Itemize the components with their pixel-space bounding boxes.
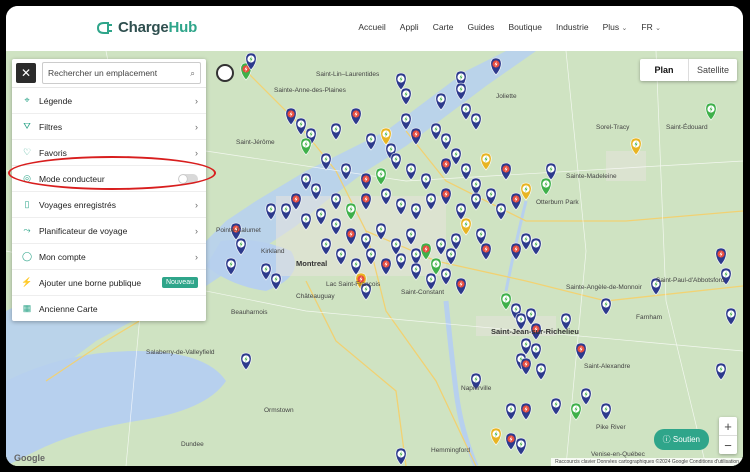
google-logo: Google: [14, 453, 45, 463]
close-panel-button[interactable]: ✕: [16, 63, 36, 83]
zoom-controls: + −: [719, 417, 737, 454]
route-icon: ⤳: [23, 225, 31, 235]
city-label-montreal: Montreal: [296, 259, 328, 268]
zoom-out-button[interactable]: −: [719, 435, 737, 454]
city-label: Sainte-Anne-des-Plaines: [274, 87, 346, 94]
map-attribution: Raccourcis clavier Données cartographiqu…: [551, 458, 743, 466]
nav-industrie[interactable]: Industrie: [556, 22, 589, 32]
city-label: Kirkland: [261, 248, 285, 255]
bookmark-icon: ▯: [24, 199, 30, 209]
close-icon: ✕: [20, 66, 32, 80]
top-navigation-bar: ChargeHub Accueil Appli Carte Guides Bou…: [6, 6, 743, 52]
filter-icon: ⛛: [23, 121, 31, 131]
city-label: Napierville: [461, 385, 492, 392]
main-nav: Accueil Appli Carte Guides Boutique Indu…: [358, 22, 661, 32]
city-label: Sorel-Tracy: [596, 124, 630, 131]
search-row: ✕ Rechercher un emplacement ⌕: [12, 59, 206, 88]
sidebar-item-label: Ancienne Carte: [39, 303, 98, 314]
compass-icon[interactable]: [216, 64, 234, 82]
sidebar-item-label: Voyages enregistrés: [39, 199, 117, 210]
map-type-plan-button[interactable]: Plan: [640, 59, 688, 81]
sidebar-item-filtres[interactable]: ⛛ Filtres ›: [12, 114, 206, 140]
sidebar-item-label: Ajouter une borne publique: [39, 277, 142, 288]
city-label: Farnham: [636, 314, 663, 321]
map-type-toggle: Plan Satellite: [640, 59, 737, 81]
city-label: Dundee: [181, 441, 204, 448]
map-pin-icon: ⌖: [24, 95, 30, 105]
city-label: Joliette: [496, 93, 517, 100]
logo-text: ChargeHub: [118, 19, 198, 36]
map-canvas[interactable]: Sainte-Anne-des-Plaines Saint-Lin–Lauren…: [6, 51, 743, 466]
nav-boutique[interactable]: Boutique: [508, 22, 542, 32]
sidebar-item-label: Filtres: [39, 121, 63, 132]
chargehub-logo[interactable]: ChargeHub: [96, 19, 197, 36]
city-label: Saint-Alexandre: [584, 363, 631, 370]
nav-plus[interactable]: Plus ⌄: [603, 22, 628, 32]
search-input[interactable]: Rechercher un emplacement ⌕: [42, 62, 201, 84]
search-placeholder: Rechercher un emplacement: [48, 68, 158, 78]
map-type-satellite-button[interactable]: Satellite: [688, 59, 737, 81]
chevron-down-icon: ⌄: [621, 25, 628, 32]
city-label: Sainte-Angèle-de-Monnoir: [566, 284, 642, 291]
city-label: Pike River: [596, 424, 626, 431]
city-label: Saint-Jérôme: [236, 139, 275, 146]
help-icon: ⓘ: [662, 435, 671, 444]
browser-screen: ChargeHub Accueil Appli Carte Guides Bou…: [6, 6, 743, 466]
city-label: Salaberry-de-Valleyfield: [146, 349, 215, 356]
city-label: Saint-Paul-d'Abbotsford: [656, 277, 725, 284]
zoom-in-button[interactable]: +: [719, 417, 737, 435]
sidebar-item-ancienne-carte[interactable]: ▦ Ancienne Carte: [12, 296, 206, 321]
city-label: Beauharnois: [231, 309, 268, 316]
support-label: Soutien: [672, 435, 700, 444]
language-selector[interactable]: FR ⌄: [641, 22, 661, 32]
city-label: Ormstown: [264, 407, 294, 414]
nav-accueil[interactable]: Accueil: [358, 22, 385, 32]
chevron-right-icon: ›: [195, 251, 198, 262]
sidebar-item-ajouter-borne[interactable]: ⚡ Ajouter une borne publique Nouveau: [12, 270, 206, 296]
chevron-right-icon: ›: [195, 121, 198, 132]
city-label: Otterburn Park: [536, 199, 579, 206]
new-badge: Nouveau: [161, 277, 198, 288]
city-label: Saint-Édouard: [666, 124, 708, 131]
sidebar-item-planificateur[interactable]: ⤳ Planificateur de voyage ›: [12, 218, 206, 244]
chevron-right-icon: ›: [195, 199, 198, 210]
sidebar-panel: ✕ Rechercher un emplacement ⌕ ⌖ Légende …: [12, 59, 206, 321]
chevron-right-icon: ›: [195, 95, 198, 106]
city-label: Saint-Constant: [401, 289, 444, 296]
sidebar-item-mon-compte[interactable]: ◯ Mon compte ›: [12, 244, 206, 270]
city-label: Châteauguay: [296, 293, 335, 300]
device-frame: ChargeHub Accueil Appli Carte Guides Bou…: [0, 0, 750, 472]
heart-icon: ♡: [22, 147, 32, 157]
city-label: Saint-Lin–Laurentides: [316, 71, 380, 78]
nav-guides[interactable]: Guides: [468, 22, 495, 32]
city-label: Hemmingford: [431, 447, 471, 454]
city-label: Lac Saint-François: [326, 281, 381, 288]
sidebar-item-label: Planificateur de voyage: [39, 225, 128, 236]
search-icon[interactable]: ⌕: [190, 68, 195, 79]
annotation-highlight-circle: [8, 156, 216, 190]
support-button[interactable]: ⓘ Soutien: [653, 429, 709, 450]
city-label: Venise-en-Québec: [591, 451, 645, 458]
chevron-right-icon: ›: [195, 225, 198, 236]
nav-appli[interactable]: Appli: [400, 22, 419, 32]
sidebar-item-label: Légende: [39, 95, 73, 106]
map-icon: ▦: [22, 303, 32, 313]
plug-icon: ⚡: [21, 277, 33, 287]
sidebar-item-legende[interactable]: ⌖ Légende ›: [12, 88, 206, 114]
city-label-saint-jean: Saint-Jean-sur-Richelieu: [491, 327, 579, 336]
city-label: Sainte-Madeleine: [566, 173, 617, 180]
sidebar-item-label: Mon compte: [39, 251, 86, 262]
nav-carte[interactable]: Carte: [433, 22, 454, 32]
chevron-down-icon: ⌄: [655, 25, 661, 32]
chevron-right-icon: ›: [195, 147, 198, 158]
plug-logo-icon: [96, 21, 112, 34]
city-label: Pointe-Calumet: [216, 227, 261, 234]
sidebar-item-voyages-enregistres[interactable]: ▯ Voyages enregistrés ›: [12, 192, 206, 218]
user-icon: ◯: [21, 251, 33, 261]
